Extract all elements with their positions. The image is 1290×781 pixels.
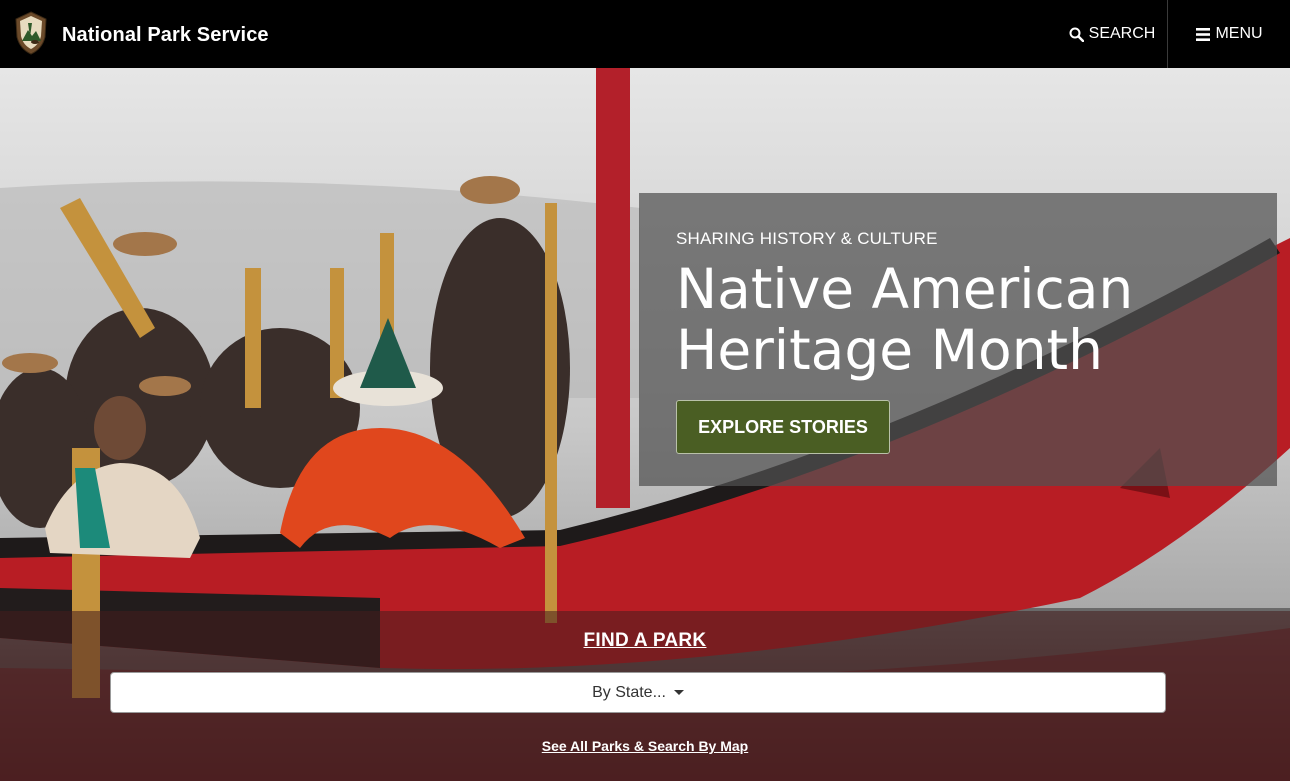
menu-button[interactable]: MENU xyxy=(1167,0,1290,68)
state-select[interactable]: By State... xyxy=(110,672,1166,713)
search-button[interactable]: SEARCH xyxy=(1058,0,1166,68)
home-link[interactable]: National Park Service xyxy=(14,11,269,60)
site-name: National Park Service xyxy=(62,24,269,46)
site-header: National Park Service SEARCH MENU xyxy=(0,0,1290,68)
promo-kicker: SHARING HISTORY & CULTURE xyxy=(676,229,938,248)
search-label: SEARCH xyxy=(1088,25,1156,42)
hero-banner: SHARING HISTORY & CULTURE Native America… xyxy=(0,68,1290,781)
promo-panel: SHARING HISTORY & CULTURE Native America… xyxy=(639,193,1277,486)
state-select-value: By State... xyxy=(592,683,666,701)
caret-down-icon xyxy=(673,690,684,695)
see-all-parks-link[interactable]: See All Parks & Search By Map xyxy=(0,738,1290,754)
explore-stories-button[interactable]: EXPLORE STORIES xyxy=(676,400,890,454)
arrowhead-icon xyxy=(14,11,48,60)
promo-headline: Native American Heritage Month xyxy=(676,257,1134,382)
hamburger-icon xyxy=(1196,27,1211,41)
search-icon xyxy=(1069,27,1084,42)
find-a-park-section: FIND A PARK By State... See All Parks & … xyxy=(0,611,1290,781)
find-a-park-heading[interactable]: FIND A PARK xyxy=(0,630,1290,652)
menu-label: MENU xyxy=(1215,25,1263,42)
